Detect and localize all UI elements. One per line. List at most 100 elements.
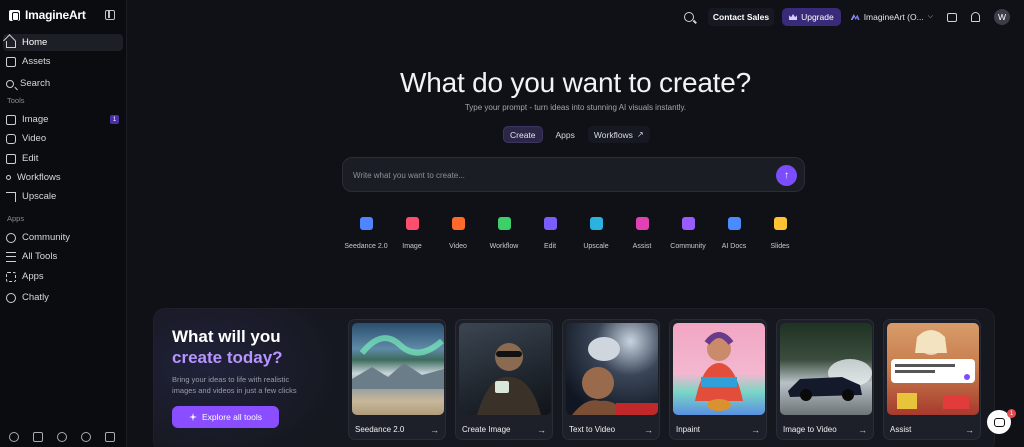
image-icon <box>6 114 16 125</box>
page-subtitle: Type your prompt - turn ideas into stunn… <box>464 103 687 112</box>
tool-workflow[interactable]: Workflow <box>481 217 527 252</box>
card-label: Inpaint <box>676 425 701 434</box>
chat-icon <box>6 292 16 303</box>
sidebar-item-upscale[interactable]: Upscale <box>3 188 123 205</box>
sidebar-collapse-icon[interactable] <box>105 10 115 20</box>
card-image-assist-chat <box>887 323 979 415</box>
tool-label: Image <box>402 243 422 250</box>
tool-upscale[interactable]: Upscale <box>573 217 619 252</box>
promo-title-line1: What will you <box>172 327 281 346</box>
sidebar-item-edit[interactable]: Edit <box>3 150 123 167</box>
sidebar-item-search[interactable]: Search <box>3 75 123 92</box>
sidebar-section-tools: Tools <box>7 96 25 105</box>
card-seedance[interactable]: Seedance 2.0 → <box>348 319 446 440</box>
sidebar-item-label: Apps <box>22 271 44 282</box>
avatar[interactable]: W <box>994 9 1010 25</box>
sidebar-item-workflows[interactable]: Workflows <box>3 169 123 186</box>
bars-icon <box>359 217 373 230</box>
tab-apps[interactable]: Apps <box>550 126 581 143</box>
explore-all-tools-button[interactable]: Explore all tools <box>172 406 279 428</box>
sidebar-item-apps[interactable]: Apps <box>3 268 123 285</box>
workspace-label: ImagineArt (O... <box>863 12 924 22</box>
upgrade-label: Upgrade <box>801 12 834 22</box>
image-count-badge: 1 <box>110 115 119 124</box>
list-icon <box>6 251 16 262</box>
tool-label: Community <box>670 243 706 250</box>
help-icon[interactable] <box>81 432 91 442</box>
sidebar-item-all-tools[interactable]: All Tools <box>3 248 123 265</box>
arrow-right-icon: → <box>430 425 439 435</box>
messages-icon[interactable] <box>947 12 957 22</box>
promo-title: What will you create today? <box>172 326 283 368</box>
upscale-icon <box>589 217 603 230</box>
sidebar-item-home[interactable]: Home <box>3 34 123 51</box>
tool-image[interactable]: Image <box>389 217 435 252</box>
arrow-right-icon: → <box>751 425 760 435</box>
card-label: Text to Video <box>569 425 616 434</box>
tool-seedance-2-0[interactable]: Seedance 2.0 <box>343 217 389 252</box>
sidebar-item-chatly[interactable]: Chatly <box>3 289 123 306</box>
sidebar-item-video[interactable]: Video <box>3 130 123 147</box>
tool-video[interactable]: Video <box>435 217 481 252</box>
workspace-switcher[interactable]: ImagineArt (O... ⌵ <box>850 12 933 22</box>
card-text-to-video[interactable]: Text to Video → <box>562 319 660 440</box>
globe-icon <box>681 217 695 230</box>
contact-sales-button[interactable]: Contact Sales <box>707 8 775 26</box>
sidebar-item-label: All Tools <box>22 251 58 262</box>
tab-create[interactable]: Create <box>503 126 543 143</box>
sidebar-item-community[interactable]: Community <box>3 229 123 246</box>
mobile-icon[interactable] <box>105 432 115 442</box>
card-image-to-video[interactable]: Image to Video → <box>776 319 874 440</box>
mode-tabs: Create Apps Workflows ↗ <box>503 126 650 143</box>
search-icon <box>6 79 14 88</box>
search-icon[interactable] <box>683 12 694 22</box>
upgrade-button[interactable]: Upgrade <box>782 8 841 26</box>
tool-community[interactable]: Community <box>665 217 711 252</box>
prompt-input[interactable] <box>353 168 753 182</box>
edit-icon <box>6 153 16 164</box>
send-button[interactable]: ↑ <box>776 165 797 186</box>
tool-slides[interactable]: Slides <box>757 217 803 252</box>
crown-icon <box>789 14 798 20</box>
card-label: Image to Video <box>783 425 837 434</box>
sidebar-footer <box>9 432 115 442</box>
tool-edit[interactable]: Edit <box>527 217 573 252</box>
promo-title-line2: create today? <box>172 348 283 367</box>
apps-icon <box>6 271 16 282</box>
assist-icon <box>635 217 649 230</box>
bell-icon[interactable] <box>971 12 980 22</box>
settings-icon[interactable] <box>9 432 19 442</box>
brand-logo[interactable]: ImagineArt <box>9 8 86 22</box>
page-title: What do you want to create? <box>399 67 752 98</box>
sidebar-item-assets[interactable]: Assets <box>3 53 123 70</box>
imagineart-mark-icon <box>850 14 860 20</box>
sidebar-item-label: Image <box>22 114 49 125</box>
card-create-image[interactable]: Create Image → <box>455 319 553 440</box>
feature-cards: Seedance 2.0 → Create Image → Text to Vi… <box>348 319 981 440</box>
reddit-icon[interactable] <box>57 432 67 442</box>
card-inpaint[interactable]: Inpaint → <box>669 319 767 440</box>
tool-label: Upscale <box>583 243 609 250</box>
card-label: Create Image <box>462 425 511 434</box>
sidebar-item-label: Search <box>20 78 51 89</box>
card-image-boxer <box>566 323 658 415</box>
sidebar-item-label: Community <box>22 232 71 243</box>
external-link-icon: ↗ <box>636 130 644 139</box>
promo-section: What will you create today? Bring your i… <box>153 308 995 447</box>
sidebar-item-label: Workflows <box>17 172 61 183</box>
tool-label: Video <box>449 243 467 250</box>
tool-assist[interactable]: Assist <box>619 217 665 252</box>
globe-icon <box>6 232 16 243</box>
tab-workflows[interactable]: Workflows ↗ <box>587 126 650 143</box>
arrow-right-icon: → <box>858 425 867 435</box>
discord-icon[interactable] <box>33 432 43 442</box>
prompt-box: ↑ <box>342 157 805 192</box>
tool-label: Assist <box>632 243 652 250</box>
sparkle-icon <box>188 413 197 421</box>
slides-icon <box>773 217 787 230</box>
chat-icon <box>993 417 1005 427</box>
tool-label: Workflow <box>489 243 519 250</box>
card-assist[interactable]: Assist → <box>883 319 981 440</box>
tool-ai-docs[interactable]: AI Docs <box>711 217 757 252</box>
sidebar-item-image[interactable]: Image 1 <box>3 111 123 128</box>
